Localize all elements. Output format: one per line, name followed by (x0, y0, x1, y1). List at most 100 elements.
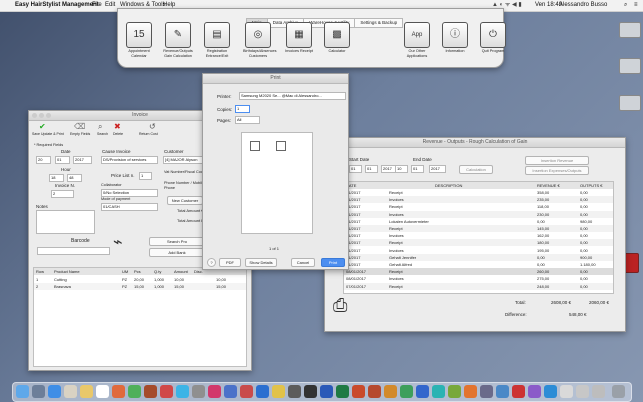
app-icon-9[interactable] (384, 385, 397, 398)
birthdays-button[interactable]: ◎ Birthdays/Absences Customers (243, 22, 277, 58)
photos-icon[interactable] (112, 385, 125, 398)
app-icon-4[interactable] (240, 385, 253, 398)
word-icon[interactable] (320, 385, 333, 398)
insertion-revenue-button[interactable]: Insertion Revenue (525, 156, 589, 165)
app-icon-7[interactable] (288, 385, 301, 398)
finder-icon[interactable] (16, 385, 29, 398)
cause-select[interactable]: DS/Provision of services (101, 156, 158, 164)
cancel-button[interactable]: Cancel (291, 258, 315, 267)
printer-icon[interactable]: ⎙ (333, 295, 347, 316)
menu-edit[interactable]: Edit (105, 0, 115, 11)
date-day-field[interactable]: 20 (36, 156, 51, 164)
app-icon-6[interactable] (272, 385, 285, 398)
printer-select[interactable]: Samsung M2020 Se... @Mac di Alessandro..… (239, 92, 346, 100)
invoices-receipt-button[interactable]: ▦ Invoices Receipt (284, 22, 314, 54)
delete-button[interactable]: Delete (113, 132, 123, 136)
quit-program-button[interactable]: ⏻ Quit Program (478, 22, 508, 54)
barcode-field[interactable] (37, 247, 110, 255)
table-row[interactable]: 01/2017 Receipt 358,00 0,00 (344, 189, 613, 196)
tab-settings-backup[interactable]: Settings & Backup (354, 18, 404, 28)
end-month-field[interactable]: 01 (411, 165, 424, 173)
price-list-field[interactable]: 1 (139, 172, 152, 180)
help-button[interactable]: ? (207, 258, 216, 267)
drive-icon[interactable] (619, 22, 641, 38)
drive-icon-2[interactable] (619, 58, 641, 74)
invoice-number-field[interactable]: 2 (51, 190, 74, 198)
hour-field[interactable]: 18 (49, 174, 64, 182)
app-icon-16[interactable] (496, 385, 509, 398)
notes-field[interactable] (36, 210, 95, 234)
table-row[interactable]: 01/2017 Receipt 145,00 0,00 (344, 225, 613, 232)
table-row[interactable]: 01/2017 Invoices 235,00 0,00 (344, 196, 613, 204)
return-cost-button[interactable]: Return Cost (139, 132, 158, 136)
app-icon-18[interactable] (528, 385, 541, 398)
empty-fields-button[interactable]: Empty Fields (70, 132, 90, 136)
app-icon-19[interactable] (544, 385, 557, 398)
terminal-icon[interactable] (304, 385, 317, 398)
date-month-field[interactable]: 01 (55, 156, 70, 164)
search-product-button[interactable]: Search Pro (149, 237, 205, 246)
minute-field[interactable]: 48 (67, 174, 82, 182)
table-row[interactable]: 01/2017 Invoices 162,00 0,00 (344, 232, 613, 239)
safari-icon[interactable] (48, 385, 61, 398)
preferences-icon[interactable] (192, 385, 205, 398)
app-name[interactable]: Easy HairStylist Management (15, 0, 99, 11)
table-row[interactable]: 01/2017 Lokalen Autovermieter 0,00 980,00 (344, 218, 613, 225)
app-icon-8[interactable] (368, 385, 381, 398)
app-icon-14[interactable] (464, 385, 477, 398)
table-row[interactable]: 01/2017 Receipt 118,00 0,00 (344, 203, 613, 210)
add-bank-button[interactable]: Add Bank (149, 248, 205, 257)
insertion-expenses-button[interactable]: Insertion Expenses/Outputs (525, 166, 589, 175)
launchpad-icon[interactable] (32, 385, 45, 398)
drive-icon-3[interactable] (619, 95, 641, 111)
table-row[interactable]: 01/2017 Receipt 180,00 0,00 (344, 239, 613, 247)
information-button[interactable]: ⓘ Information (440, 22, 470, 54)
appointment-calendar-button[interactable]: 15 Appointment Calendar (124, 22, 154, 58)
document-icon[interactable] (576, 385, 589, 398)
date-year-field[interactable]: 2017 (73, 156, 92, 164)
app-icon-2[interactable] (160, 385, 173, 398)
registration-button[interactable]: ▤ Registration Entrance/Exit (202, 22, 232, 58)
app-icon-1[interactable] (144, 385, 157, 398)
app-icon-12[interactable] (432, 385, 445, 398)
app-icon-10[interactable] (400, 385, 413, 398)
clock[interactable]: Ven 18:49 (535, 0, 562, 11)
app-icon-11[interactable] (416, 385, 429, 398)
payment-select[interactable]: 01/CASH (101, 203, 158, 211)
table-row[interactable]: 08/01/2017 Invoices 275,00 0,00 (344, 275, 613, 282)
mail-icon[interactable] (64, 385, 77, 398)
search-button[interactable]: Search (97, 132, 108, 136)
table-row[interactable]: 01/2017 Gehalt Jennifer 0,00 900,00 (344, 253, 613, 261)
app-icon-3[interactable] (224, 385, 237, 398)
app-icon-13[interactable] (448, 385, 461, 398)
end-year-field[interactable]: 2017 (429, 165, 446, 173)
table-row[interactable]: 01/2017 Gehalt Alfred 0,00 1.180,00 (344, 261, 613, 268)
folder-icon[interactable] (560, 385, 573, 398)
downloads-icon[interactable] (592, 385, 605, 398)
notes-icon[interactable] (80, 385, 93, 398)
list-icon[interactable]: ≡ (634, 0, 638, 11)
table-row[interactable]: 07/01/2017 Receipt 248,00 0,00 (344, 282, 613, 290)
app-icon-15[interactable] (480, 385, 493, 398)
table-row[interactable]: 01/2017 Invoices 195,00 0,00 (344, 247, 613, 254)
pages-select[interactable]: All (235, 116, 260, 124)
other-applications-button[interactable]: App Our Other Applications (402, 22, 432, 58)
itunes-icon[interactable] (208, 385, 221, 398)
calendar-dock-icon[interactable] (96, 385, 109, 398)
pdf-button[interactable]: PDF (219, 258, 241, 267)
messages-icon[interactable] (128, 385, 141, 398)
print-button[interactable]: Print (321, 258, 345, 267)
calculation-button[interactable]: Calculation (459, 165, 493, 174)
table-row[interactable]: 1 Cutting PZ 20,00 1,000 10,00 10,00 (34, 276, 246, 283)
start-month-field[interactable]: 01 (365, 165, 378, 173)
search-icon[interactable]: ⌕ (624, 0, 627, 11)
show-details-button[interactable]: Show Details (245, 258, 277, 267)
save-button[interactable]: Save Update & Print (32, 132, 64, 136)
table-row[interactable]: 01/2017 Invoices 230,00 0,00 (344, 210, 613, 218)
calculator-button[interactable]: ▩ Calculator (322, 22, 352, 54)
collaborator-select[interactable]: 0/No Selection (101, 189, 158, 197)
appstore-icon[interactable] (176, 385, 189, 398)
trash-icon[interactable] (612, 385, 625, 398)
revenue-outputs-button[interactable]: ✎ Revenue/Outputs Gain Calculation (163, 22, 193, 58)
app-icon-5[interactable] (256, 385, 269, 398)
